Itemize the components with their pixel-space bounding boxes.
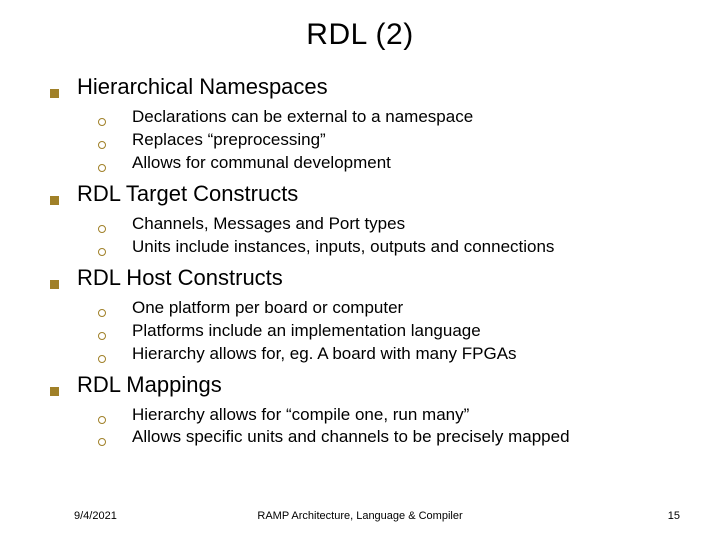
circle-bullet-icon	[98, 332, 106, 340]
circle-bullet-icon	[98, 141, 106, 149]
section-rdl-host-constructs: RDL Host Constructs One platform per boa…	[50, 265, 684, 366]
list-item: One platform per board or computer	[98, 297, 684, 320]
circle-bullet-icon	[98, 248, 106, 256]
footer-center-text: RAMP Architecture, Language & Compiler	[257, 510, 462, 522]
list-item-text: Platforms include an implementation lang…	[132, 320, 481, 343]
slide-title: RDL (2)	[36, 18, 684, 52]
list-item-text: Declarations can be external to a namesp…	[132, 106, 473, 129]
sub-list: Hierarchy allows for “compile one, run m…	[50, 404, 684, 450]
list-item-text: Allows specific units and channels to be…	[132, 426, 570, 449]
list-item-text: Hierarchy allows for, eg. A board with m…	[132, 343, 517, 366]
section-row: Hierarchical Namespaces	[50, 74, 684, 100]
section-rdl-mappings: RDL Mappings Hierarchy allows for “compi…	[50, 372, 684, 450]
square-bullet-icon	[50, 280, 59, 289]
list-item: Platforms include an implementation lang…	[98, 320, 684, 343]
list-item: Hierarchy allows for, eg. A board with m…	[98, 343, 684, 366]
section-row: RDL Mappings	[50, 372, 684, 398]
slide-footer: 9/4/2021 RAMP Architecture, Language & C…	[0, 510, 720, 522]
circle-bullet-icon	[98, 355, 106, 363]
list-item: Replaces “preprocessing”	[98, 129, 684, 152]
circle-bullet-icon	[98, 225, 106, 233]
list-item-text: Allows for communal development	[132, 152, 391, 175]
list-item: Units include instances, inputs, outputs…	[98, 236, 684, 259]
square-bullet-icon	[50, 196, 59, 205]
circle-bullet-icon	[98, 164, 106, 172]
square-bullet-icon	[50, 89, 59, 98]
circle-bullet-icon	[98, 438, 106, 446]
section-row: RDL Host Constructs	[50, 265, 684, 291]
list-item-text: Replaces “preprocessing”	[132, 129, 326, 152]
slide: RDL (2) Hierarchical Namespaces Declarat…	[0, 0, 720, 540]
section-heading: RDL Target Constructs	[77, 181, 298, 207]
list-item: Hierarchy allows for “compile one, run m…	[98, 404, 684, 427]
section-row: RDL Target Constructs	[50, 181, 684, 207]
sub-list: One platform per board or computer Platf…	[50, 297, 684, 366]
list-item: Allows specific units and channels to be…	[98, 426, 684, 449]
section-heading: RDL Mappings	[77, 372, 222, 398]
circle-bullet-icon	[98, 309, 106, 317]
footer-page-number: 15	[668, 510, 680, 522]
list-item: Declarations can be external to a namesp…	[98, 106, 684, 129]
slide-content: Hierarchical Namespaces Declarations can…	[36, 74, 684, 449]
list-item-text: Units include instances, inputs, outputs…	[132, 236, 554, 259]
section-heading: RDL Host Constructs	[77, 265, 283, 291]
circle-bullet-icon	[98, 118, 106, 126]
sub-list: Declarations can be external to a namesp…	[50, 106, 684, 175]
footer-date: 9/4/2021	[74, 510, 117, 522]
square-bullet-icon	[50, 387, 59, 396]
sub-list: Channels, Messages and Port types Units …	[50, 213, 684, 259]
section-rdl-target-constructs: RDL Target Constructs Channels, Messages…	[50, 181, 684, 259]
section-hierarchical-namespaces: Hierarchical Namespaces Declarations can…	[50, 74, 684, 175]
list-item-text: Channels, Messages and Port types	[132, 213, 405, 236]
list-item-text: Hierarchy allows for “compile one, run m…	[132, 404, 469, 427]
section-heading: Hierarchical Namespaces	[77, 74, 328, 100]
list-item: Channels, Messages and Port types	[98, 213, 684, 236]
circle-bullet-icon	[98, 416, 106, 424]
list-item: Allows for communal development	[98, 152, 684, 175]
list-item-text: One platform per board or computer	[132, 297, 403, 320]
